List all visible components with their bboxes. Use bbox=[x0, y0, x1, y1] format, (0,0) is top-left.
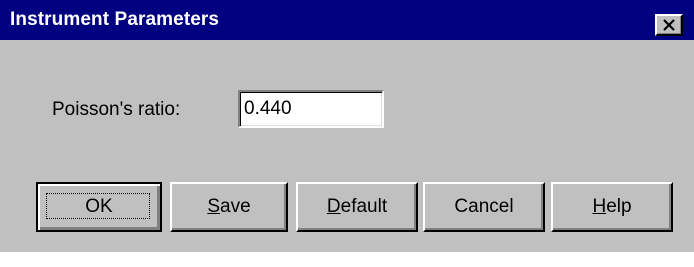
title-bar[interactable]: Instrument Parameters bbox=[0, 0, 694, 40]
default-button[interactable]: Default bbox=[296, 182, 418, 232]
save-mnemonic: S bbox=[207, 196, 221, 217]
close-icon bbox=[662, 19, 676, 31]
ok-button[interactable]: OK bbox=[36, 182, 162, 232]
save-label-rest: ave bbox=[220, 196, 251, 217]
dialog-window: Instrument Parameters Poisson's ratio: O… bbox=[0, 0, 694, 252]
poissons-ratio-input[interactable] bbox=[238, 90, 384, 128]
cancel-button-label: Cancel bbox=[454, 196, 514, 217]
poissons-ratio-label: Poisson's ratio: bbox=[52, 99, 181, 120]
help-button[interactable]: Help bbox=[551, 182, 673, 232]
default-button-label: Default bbox=[327, 196, 387, 218]
help-mnemonic: H bbox=[592, 196, 607, 217]
help-button-label: Help bbox=[592, 196, 631, 218]
save-button[interactable]: Save bbox=[170, 182, 288, 232]
save-button-label: Save bbox=[207, 196, 250, 218]
help-label-rest: elp bbox=[606, 196, 632, 217]
default-label-rest: efault bbox=[340, 196, 388, 217]
cancel-button[interactable]: Cancel bbox=[423, 182, 545, 232]
close-button[interactable] bbox=[655, 14, 683, 36]
focus-ring bbox=[46, 193, 150, 219]
window-title: Instrument Parameters bbox=[10, 9, 220, 30]
default-mnemonic: D bbox=[326, 196, 341, 217]
